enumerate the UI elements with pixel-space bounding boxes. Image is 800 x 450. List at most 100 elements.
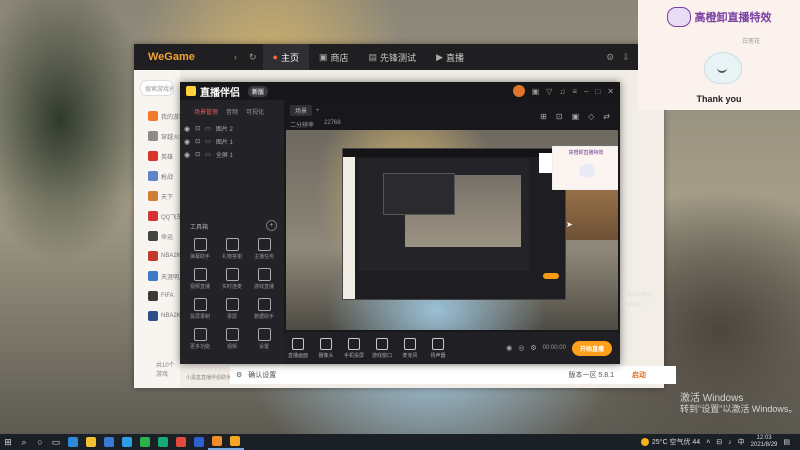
- layer-item[interactable]: ◉ ⊡ ▭ 图片 2: [180, 122, 284, 135]
- toolbox-item[interactable]: 游戏直播: [248, 268, 280, 290]
- screen-capture-button[interactable]: 直播画面: [284, 337, 312, 359]
- download-icon[interactable]: ⇩: [622, 52, 630, 63]
- share-icon[interactable]: ⇄: [603, 112, 610, 121]
- save-icon[interactable]: ▣: [572, 112, 580, 121]
- toolbox-item[interactable]: 实时连麦: [216, 268, 248, 290]
- stream-preview[interactable]: 高橙卸直播特效 ➤: [286, 130, 618, 330]
- toolbox-item[interactable]: 更多功能: [184, 328, 216, 350]
- notifications-icon[interactable]: ▤: [783, 438, 790, 446]
- taskbar-app-edge[interactable]: [64, 434, 82, 450]
- layer-item[interactable]: ◉ ⊡ ▭ 全屏 1: [180, 148, 284, 161]
- game-list-item[interactable]: FIFA: [134, 286, 180, 306]
- eye-icon[interactable]: ◎: [518, 344, 524, 352]
- tab-home[interactable]: ● 主页: [262, 44, 309, 70]
- gear-icon[interactable]: ⚙: [236, 371, 242, 379]
- microphone-button[interactable]: 麦克风: [396, 337, 424, 359]
- toolbox-item[interactable]: 设置: [248, 328, 280, 350]
- tab-audio[interactable]: 音频: [226, 107, 238, 116]
- game-list-item[interactable]: NBA2K: [134, 246, 180, 266]
- refresh-icon[interactable]: ↻: [249, 52, 257, 63]
- start-live-button[interactable]: 开始直播: [571, 340, 612, 356]
- tab-visual[interactable]: 可视化: [246, 107, 264, 116]
- game-list-item[interactable]: 枪战: [134, 166, 180, 186]
- ime-icon[interactable]: 中: [738, 437, 745, 447]
- layer-item[interactable]: ◉ ⊡ ▭ 图片 1: [180, 135, 284, 148]
- menu-icon[interactable]: ≡: [572, 87, 577, 96]
- toolbox-item[interactable]: 视频: [216, 328, 248, 350]
- maximize-icon[interactable]: □: [595, 87, 600, 96]
- shirt-icon[interactable]: ▽: [546, 87, 552, 96]
- scene-tab[interactable]: 场景: [290, 105, 313, 116]
- game-icon: [148, 251, 158, 261]
- status-text[interactable]: 确认设置: [248, 370, 276, 380]
- avatar[interactable]: [512, 85, 525, 97]
- back-arrow-icon[interactable]: ‹: [234, 52, 237, 62]
- game-list-item[interactable]: 天涯明月刀: [134, 266, 180, 286]
- gift-icon[interactable]: ▣: [532, 87, 540, 96]
- add-tool-icon[interactable]: +: [266, 220, 277, 231]
- record-icon[interactable]: ◉: [506, 344, 512, 352]
- game-window-button[interactable]: 游戏窗口: [368, 337, 396, 359]
- lock-icon[interactable]: ⊡: [195, 125, 200, 132]
- game-list-item[interactable]: 英雄: [134, 146, 180, 166]
- taskbar-app-mail[interactable]: [118, 434, 136, 450]
- launch-button[interactable]: 启动: [632, 370, 646, 380]
- helper-notice[interactable]: 小黑盒直播伴侣助手: [186, 374, 231, 381]
- notification-icon[interactable]: ◇: [588, 112, 594, 121]
- game-list-item[interactable]: 命运: [134, 226, 180, 246]
- game-list-item[interactable]: NBA2K: [134, 306, 180, 326]
- minimize-icon[interactable]: –: [584, 87, 588, 96]
- taskbar-app-wegame[interactable]: [208, 434, 226, 450]
- toolbox-item[interactable]: 录屏: [216, 298, 248, 320]
- task-view-icon[interactable]: ▭: [48, 434, 64, 450]
- zhibo-icon: [230, 436, 240, 446]
- game-list-item[interactable]: 我的游戏: [134, 106, 180, 126]
- layout-icon[interactable]: ⊞: [540, 112, 547, 121]
- game-list-item[interactable]: 穿越火线: [134, 126, 180, 146]
- network-icon[interactable]: ⊟: [716, 438, 722, 446]
- close-icon[interactable]: ✕: [607, 87, 614, 96]
- speaker-button[interactable]: 扬声器: [424, 337, 452, 359]
- taskbar-app-app[interactable]: [190, 434, 208, 450]
- bell-icon[interactable]: ♫: [559, 87, 565, 96]
- toolbox-item[interactable]: 数据助手: [248, 298, 280, 320]
- windows-start-icon[interactable]: ⊞: [0, 434, 16, 450]
- lock-icon[interactable]: ⊡: [195, 151, 200, 158]
- clock[interactable]: 12:03 2021/8/29: [751, 435, 778, 449]
- taskbar-app-chrome[interactable]: [172, 434, 190, 450]
- toolbox-item[interactable]: 投屏录制: [184, 298, 216, 320]
- settings-icon[interactable]: ⚙: [606, 52, 614, 63]
- taskbar-app-store[interactable]: [100, 434, 118, 450]
- camera-button[interactable]: 摄像头: [312, 337, 340, 359]
- taskbar-app-wechat[interactable]: [136, 434, 154, 450]
- eye-icon[interactable]: ◉: [184, 151, 190, 159]
- weather-widget[interactable]: 25°C 空气优 44: [640, 437, 700, 447]
- game-label: 枪战: [161, 174, 174, 181]
- tab-store[interactable]: ▣ 商店: [309, 44, 359, 70]
- phone-cast-button[interactable]: 手机投屏: [340, 337, 368, 359]
- search-icon[interactable]: ⌕: [16, 434, 32, 450]
- tab-live[interactable]: ▶ 直播: [426, 44, 474, 70]
- cortana-icon[interactable]: ○: [32, 434, 48, 450]
- tab-scene-manage[interactable]: 场景管理: [194, 107, 218, 116]
- eye-icon[interactable]: ◉: [184, 138, 190, 146]
- lock-icon[interactable]: ⊡: [195, 138, 200, 145]
- game-list-item[interactable]: 天下: [134, 186, 180, 206]
- widget-title: 高橙卸直播特效: [694, 12, 772, 24]
- add-scene-icon[interactable]: +: [316, 108, 320, 114]
- settings-icon[interactable]: ⚙: [530, 344, 536, 352]
- toolbox-item[interactable]: 礼物答谢: [216, 238, 248, 260]
- volume-icon[interactable]: ♪: [728, 439, 732, 446]
- toolbox-item[interactable]: 弹幕助手: [184, 238, 216, 260]
- taskbar-app-zhibo[interactable]: [226, 434, 244, 450]
- eye-icon[interactable]: ◉: [184, 125, 190, 133]
- taskbar-app-explorer[interactable]: [82, 434, 100, 450]
- lock-icon[interactable]: ⊡: [556, 112, 563, 121]
- taskbar-app-player[interactable]: [154, 434, 172, 450]
- tray-chevron-icon[interactable]: ˄: [706, 439, 710, 446]
- toolbox-item[interactable]: 主播任务: [248, 238, 280, 260]
- toolbox-item[interactable]: 视频直播: [184, 268, 216, 290]
- search-input[interactable]: 搜索游戏名: [140, 80, 174, 96]
- game-list-item[interactable]: QQ飞车: [134, 206, 180, 226]
- tab-pioneer-test[interactable]: ▤ 先锋测试: [359, 44, 427, 70]
